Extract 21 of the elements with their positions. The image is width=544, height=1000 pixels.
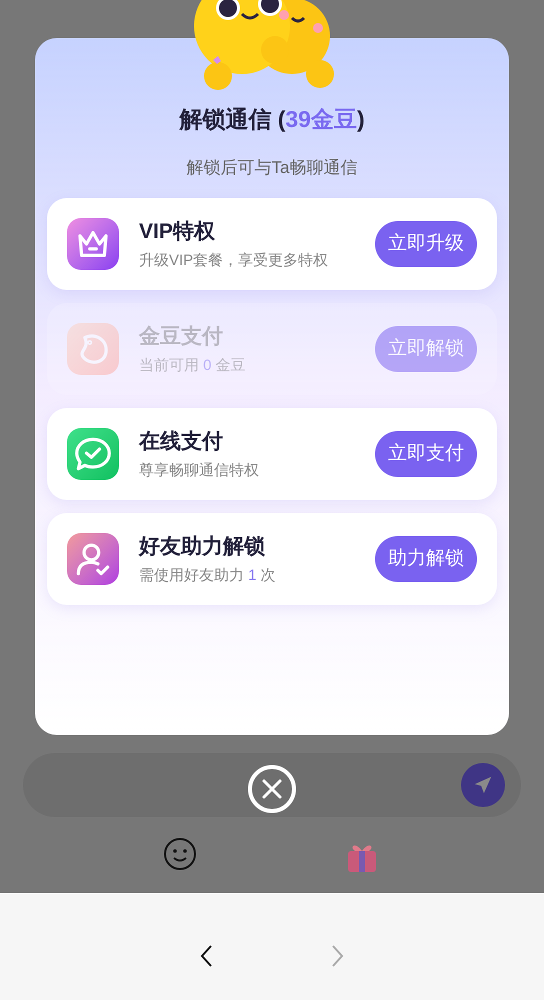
dialog-subtitle: 解锁后可与Ta畅聊通信 <box>186 156 358 178</box>
option-subtitle: 升级VIP套餐，享受更多特权 <box>139 250 330 270</box>
emoji-icon[interactable] <box>163 837 197 871</box>
close-icon <box>261 778 283 800</box>
option-button[interactable]: 立即升级 <box>375 221 477 267</box>
option-button[interactable]: 立即支付 <box>375 431 477 477</box>
option-title: 在线支付 <box>139 429 224 455</box>
option-subtitle: 当前可用 0 金豆 <box>139 356 247 376</box>
close-button[interactable] <box>248 765 296 813</box>
send-button[interactable] <box>461 763 505 807</box>
dialog-title: 解锁通信 (39金豆) <box>179 105 365 134</box>
option-subtitle: 尊享畅聊通信特权 <box>139 460 260 480</box>
user-check-icon <box>67 533 119 585</box>
option-title: 金豆支付 <box>139 324 224 350</box>
chat-check-icon <box>67 428 119 480</box>
option-title: 好友助力解锁 <box>139 534 266 560</box>
option-title: VIP特权 <box>139 219 216 245</box>
crown-icon <box>67 218 119 270</box>
option-button[interactable]: 助力解锁 <box>375 536 477 582</box>
option-subtitle: 需使用好友助力 1 次 <box>139 566 277 586</box>
bean-icon <box>67 323 119 375</box>
